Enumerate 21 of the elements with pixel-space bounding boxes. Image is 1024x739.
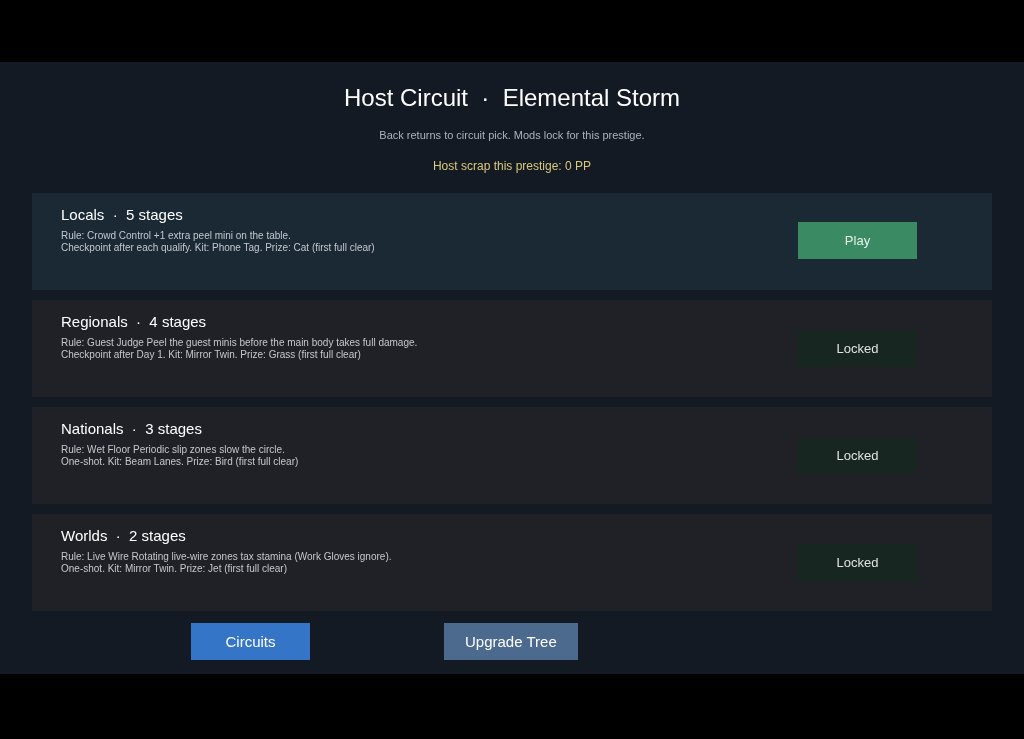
footer-button[interactable]: Circuits bbox=[191, 623, 310, 660]
locked-button[interactable]: Locked bbox=[798, 330, 917, 367]
locked-button[interactable]: Locked bbox=[798, 544, 917, 581]
circuit-title: Locals · 5 stages bbox=[61, 206, 184, 224]
circuit-rule: Rule: Crowd Control +1 extra peel mini on the table. bbox=[61, 230, 292, 242]
circuit-rule: Rule: Guest Judge Peel the guest minis before the main body takes full damage. bbox=[61, 337, 418, 349]
footer-button[interactable]: Upgrade Tree bbox=[444, 623, 578, 660]
circuit-title: Regionals · 4 stages bbox=[61, 313, 208, 331]
circuit-rule: Rule: Live Wire Rotating live-wire zones tax stamina (Work Gloves ignore). bbox=[61, 551, 392, 563]
circuit-details: One-shot. Kit: Beam Lanes. Prize: Bird (first full clear) bbox=[61, 456, 299, 468]
screen-title: Host Circuit · Elemental Storm bbox=[343, 84, 681, 112]
circuit-details: Checkpoint after each qualify. Kit: Phone Tag. Prize: Cat (first full clear) bbox=[61, 242, 375, 254]
circuit-details: Checkpoint after Day 1. Kit: Mirror Twin. Prize: Grass (first full clear) bbox=[61, 349, 362, 361]
circuit-details: One-shot. Kit: Mirror Twin. Prize: Jet (first full clear) bbox=[61, 563, 288, 575]
play-button[interactable]: Play bbox=[798, 221, 917, 259]
circuit-title: Worlds · 2 stages bbox=[61, 527, 187, 545]
circuit-title: Nationals · 3 stages bbox=[61, 420, 203, 438]
locked-button[interactable]: Locked bbox=[798, 437, 917, 474]
scrap-label: Host scrap this prestige: 0 PP bbox=[432, 159, 592, 173]
circuit-rule: Rule: Wet Floor Periodic slip zones slow the circle. bbox=[61, 444, 286, 456]
subtitle: Back returns to circuit pick. Mods lock for this prestige. bbox=[379, 128, 645, 142]
